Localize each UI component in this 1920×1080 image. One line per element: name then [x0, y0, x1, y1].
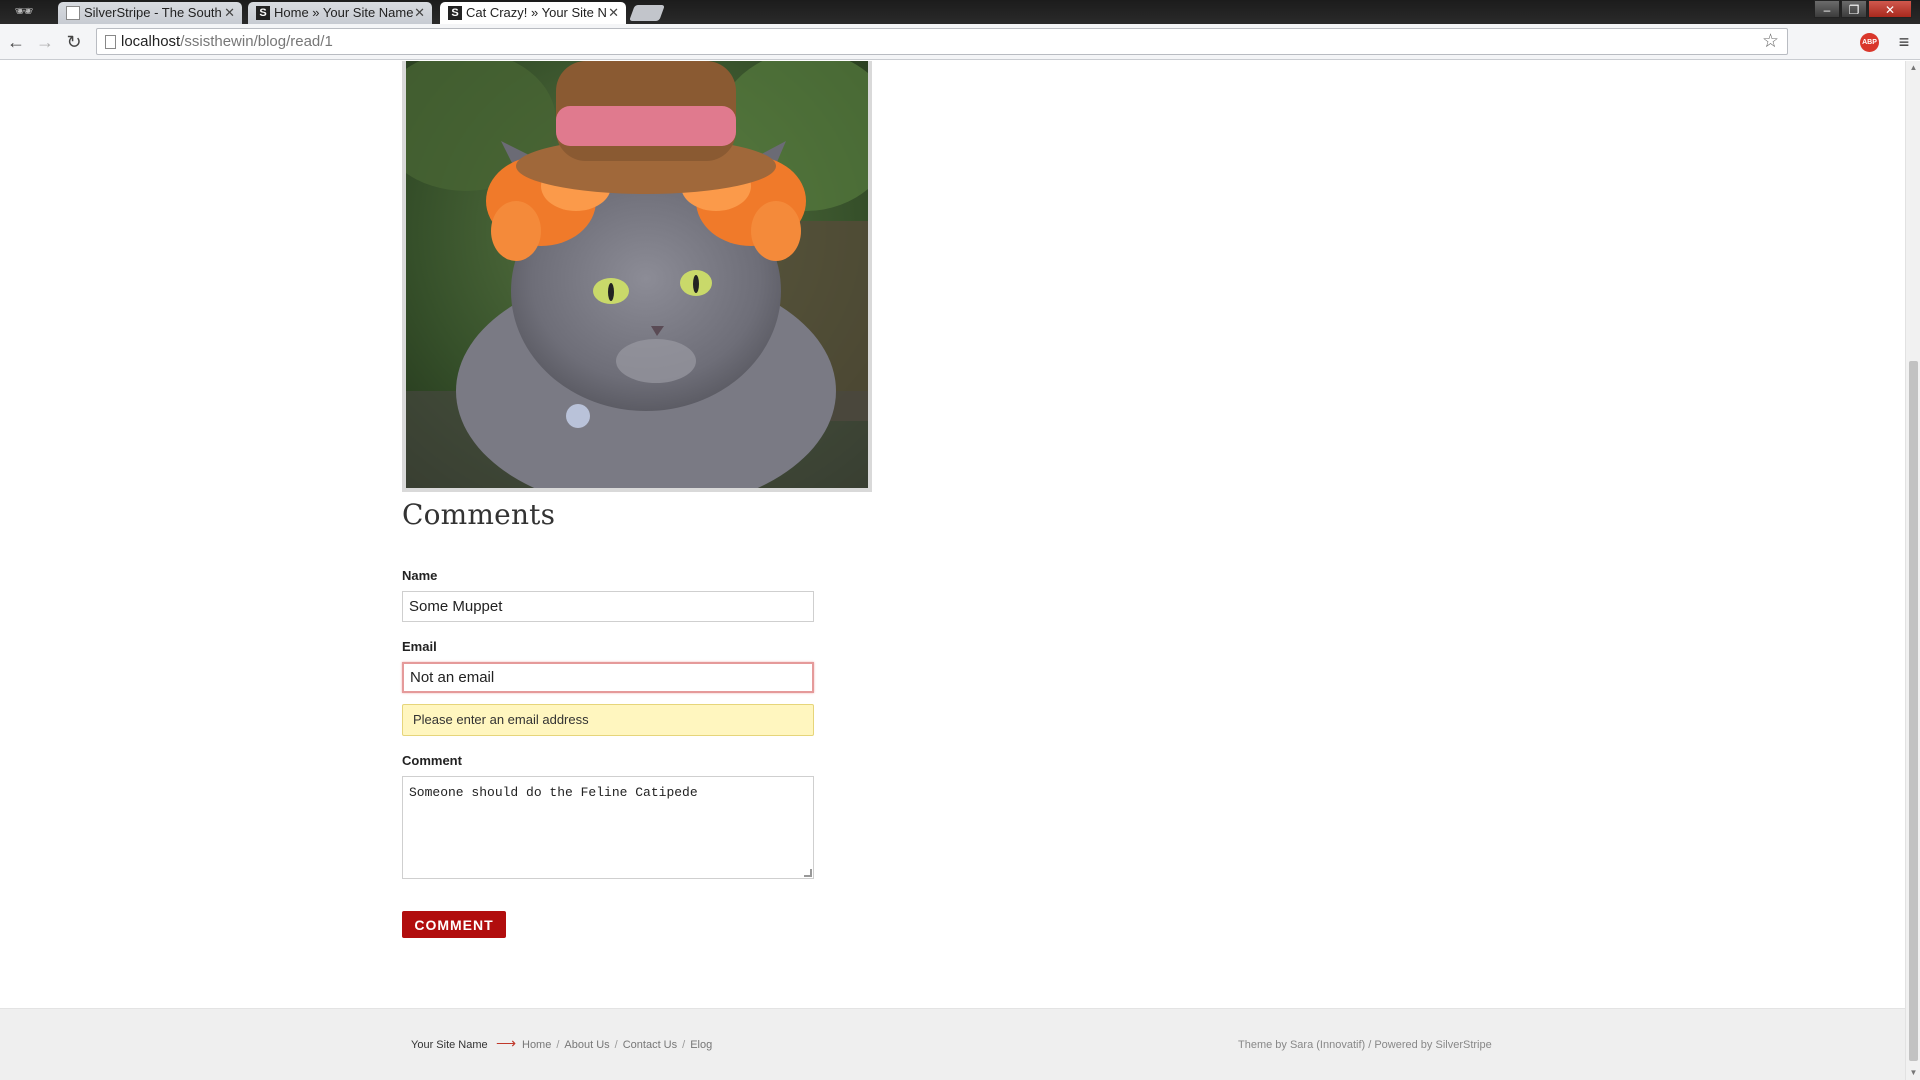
address-bar[interactable]: localhost/ssisthewin/blog/read/1 ☆ [96, 28, 1788, 55]
reload-icon[interactable]: ↻ [62, 30, 86, 54]
menu-icon[interactable]: ≡ [1894, 30, 1914, 54]
comments-heading: Comments [402, 498, 556, 531]
separator: / [682, 1039, 686, 1051]
resize-handle-icon[interactable] [804, 869, 812, 877]
footer-credits: Theme by Sara (Innovatif) / Powered by S… [1238, 1039, 1492, 1051]
footer-link-home[interactable]: Home [522, 1039, 551, 1051]
tab-home[interactable]: S Home » Your Site Name ✕ [248, 2, 432, 24]
footer-link-about[interactable]: About Us [564, 1039, 609, 1051]
comment-textarea[interactable]: Someone should do the Feline Catipede [402, 776, 814, 879]
name-label: Name [402, 568, 438, 583]
silverstripe-icon: S [448, 6, 462, 20]
arrow-right-icon: ⟶ [496, 1035, 517, 1051]
url-host: localhost [121, 33, 181, 50]
forward-arrow-icon[interactable]: → [33, 30, 57, 54]
site-footer: Your Site Name ⟶ Home / About Us / Contact U… [0, 1008, 1905, 1080]
name-field[interactable] [402, 591, 814, 622]
tab-title: Cat Crazy! » Your Site Nan [466, 5, 606, 20]
page-viewport: Comments Name Email Please enter an emai… [0, 61, 1905, 1080]
comment-label: Comment [402, 753, 462, 768]
back-arrow-icon[interactable]: ← [4, 30, 28, 54]
new-tab-button[interactable] [629, 5, 665, 21]
close-icon[interactable]: ✕ [224, 2, 235, 24]
page-icon [66, 6, 80, 20]
tab-silverstripe-south[interactable]: SilverStripe - The South W ✕ [58, 2, 242, 24]
tab-title: Home » Your Site Name [274, 5, 414, 20]
restore-button[interactable]: ❐ [1841, 0, 1867, 18]
scrollbar-thumb[interactable] [1909, 361, 1918, 1061]
footer-site-name[interactable]: Your Site Name [411, 1039, 488, 1051]
close-icon[interactable]: ✕ [414, 2, 425, 24]
comment-submit-button[interactable]: COMMENT [402, 911, 506, 938]
email-field[interactable] [402, 662, 814, 693]
bookmark-star-icon[interactable]: ☆ [1762, 29, 1779, 55]
close-icon[interactable]: ✕ [608, 2, 619, 24]
incognito-icon: 🕶 [14, 3, 34, 20]
tab-title: SilverStripe - The South W [84, 5, 224, 20]
email-error-message: Please enter an email address [402, 704, 814, 736]
adblock-icon[interactable]: ABP [1860, 33, 1879, 52]
cat-photo [406, 61, 868, 488]
email-label: Email [402, 639, 437, 654]
separator: / [614, 1039, 618, 1051]
footer-nav: Home / About Us / Contact Us / Elog [522, 1039, 712, 1051]
minimize-button[interactable]: – [1814, 0, 1840, 18]
vertical-scrollbar[interactable]: ▲ ▼ [1905, 61, 1920, 1080]
post-image-frame [402, 61, 872, 492]
silverstripe-icon: S [256, 6, 270, 20]
url-path: /ssisthewin/blog/read/1 [180, 33, 333, 50]
url-text[interactable]: localhost/ssisthewin/blog/read/1 [121, 29, 333, 55]
page-icon [105, 35, 116, 49]
browser-titlebar: 🕶 SilverStripe - The South W ✕ S Home » … [0, 0, 1920, 24]
tab-cat-crazy[interactable]: S Cat Crazy! » Your Site Nan ✕ [440, 2, 626, 24]
scroll-up-arrow-icon[interactable]: ▲ [1906, 61, 1920, 75]
footer-link-elog[interactable]: Elog [690, 1039, 712, 1051]
window-close-button[interactable]: ✕ [1868, 0, 1912, 18]
scroll-down-arrow-icon[interactable]: ▼ [1906, 1066, 1920, 1080]
browser-toolbar: ← → ↻ localhost/ssisthewin/blog/read/1 ☆… [0, 24, 1920, 60]
separator: / [556, 1039, 560, 1051]
footer-link-contact[interactable]: Contact Us [623, 1039, 677, 1051]
